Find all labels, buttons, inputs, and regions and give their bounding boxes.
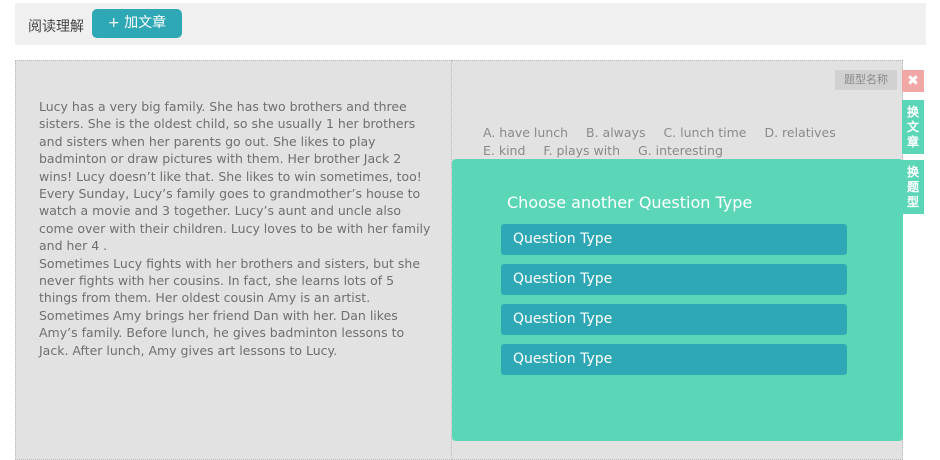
change-article-tab[interactable]: 换文章 xyxy=(902,100,924,154)
question-type-popup: Choose another Question Type Question Ty… xyxy=(452,159,903,441)
question-type-option[interactable]: Question Type xyxy=(501,344,847,375)
option-item: F. plays with xyxy=(543,143,621,158)
option-item: D. relatives xyxy=(764,125,836,140)
passage-panel: Lucy has a very big family. She has two … xyxy=(15,60,452,460)
page-title: 阅读理解 xyxy=(28,19,84,35)
option-item: E. kind xyxy=(483,143,526,158)
question-type-option[interactable]: Question Type xyxy=(501,224,847,255)
question-type-label: 题型名称 xyxy=(835,70,897,90)
word-options: A. have lunch B. always C. lunch time D.… xyxy=(483,124,883,160)
popup-title: Choose another Question Type xyxy=(507,193,753,212)
change-question-type-tab[interactable]: 换题型 xyxy=(902,160,924,214)
question-type-option[interactable]: Question Type xyxy=(501,264,847,295)
passage-paragraph: Every Sunday, Lucy’s family goes to gran… xyxy=(39,186,431,254)
option-item: G. interesting xyxy=(638,143,723,158)
option-item: A. have lunch xyxy=(483,125,569,140)
question-type-option[interactable]: Question Type xyxy=(501,304,847,335)
passage-paragraph: Lucy has a very big family. She has two … xyxy=(39,99,422,184)
passage-text: Lucy has a very big family. She has two … xyxy=(39,98,434,359)
close-icon[interactable]: ✖ xyxy=(902,70,924,92)
add-article-button[interactable]: + 加文章 xyxy=(92,9,182,38)
option-item: B. always xyxy=(586,125,646,140)
passage-paragraph: Sometimes Lucy fights with her brothers … xyxy=(39,255,421,358)
option-item: C. lunch time xyxy=(663,125,747,140)
top-toolbar: 阅读理解 + 加文章 xyxy=(15,3,926,45)
